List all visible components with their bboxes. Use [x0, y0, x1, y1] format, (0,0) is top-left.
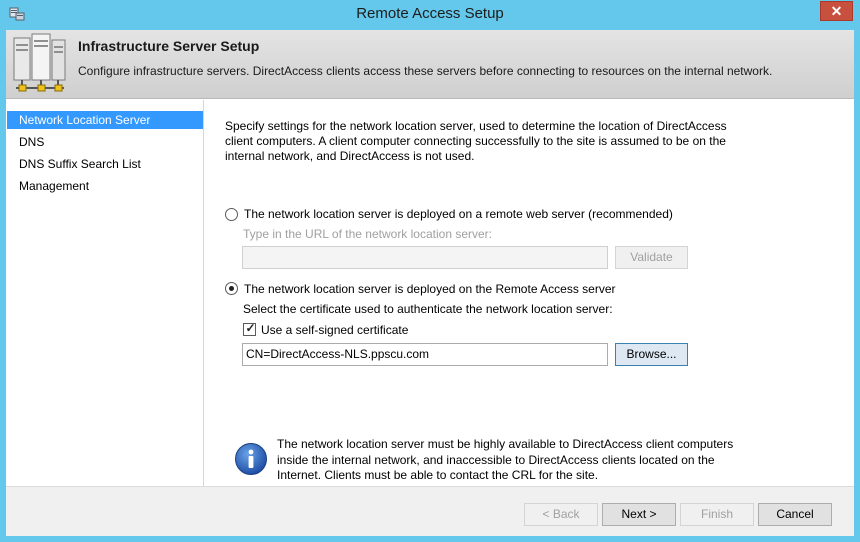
remote-access-setup-window: Remote Access Setup ✕ Infrastructure Ser…	[0, 0, 860, 542]
dialog-client-area: Infrastructure Server Setup Configure in…	[6, 30, 854, 536]
page-title: Infrastructure Server Setup	[78, 38, 260, 54]
window-title: Remote Access Setup	[356, 5, 504, 22]
browse-button[interactable]: Browse...	[615, 343, 688, 366]
header-banner: Infrastructure Server Setup Configure in…	[6, 30, 854, 99]
info-message: The network location server must be high…	[277, 437, 734, 482]
title-bar[interactable]: Remote Access Setup ✕	[0, 0, 860, 30]
info-icon	[235, 443, 267, 475]
server-icon	[13, 33, 66, 92]
settings-panel: Specify settings for the network locatio…	[205, 100, 854, 486]
next-button[interactable]: Next >	[602, 503, 676, 526]
validate-button[interactable]: Validate	[615, 246, 688, 269]
cancel-button[interactable]: Cancel	[758, 503, 832, 526]
checkmark-icon: ✓	[245, 321, 256, 335]
radio-selected-dot	[229, 286, 234, 291]
wizard-footer: < Back Next > Finish Cancel	[6, 486, 854, 536]
remote-web-server-label[interactable]: The network location server is deployed …	[244, 207, 673, 221]
self-signed-label[interactable]: Use a self-signed certificate	[261, 323, 408, 337]
finish-button[interactable]: Finish	[680, 503, 754, 526]
close-button[interactable]: ✕	[820, 1, 853, 21]
nls-url-input[interactable]	[242, 246, 608, 269]
remote-access-server-label[interactable]: The network location server is deployed …	[244, 282, 616, 296]
intro-text: Specify settings for the network locatio…	[225, 119, 727, 163]
sidebar-item-management[interactable]: Management	[7, 177, 203, 195]
remote-access-server-radio[interactable]	[225, 282, 238, 295]
self-signed-checkbox[interactable]: ✓	[243, 321, 256, 336]
url-prompt-label: Type in the URL of the network location …	[243, 227, 493, 241]
remote-web-server-radio[interactable]	[225, 208, 238, 221]
page-description: Configure infrastructure servers. Direct…	[78, 64, 773, 78]
wizard-step-list: Network Location Server DNS DNS Suffix S…	[6, 100, 204, 486]
sidebar-item-dns-suffix-search-list[interactable]: DNS Suffix Search List	[7, 155, 203, 173]
sidebar-item-network-location-server[interactable]: Network Location Server	[7, 111, 203, 129]
certificate-prompt-label: Select the certificate used to authentic…	[243, 302, 613, 316]
sidebar-item-dns[interactable]: DNS	[7, 133, 203, 151]
back-button[interactable]: < Back	[524, 503, 598, 526]
close-icon: ✕	[830, 3, 843, 19]
certificate-field[interactable]: CN=DirectAccess-NLS.ppscu.com	[242, 343, 608, 366]
